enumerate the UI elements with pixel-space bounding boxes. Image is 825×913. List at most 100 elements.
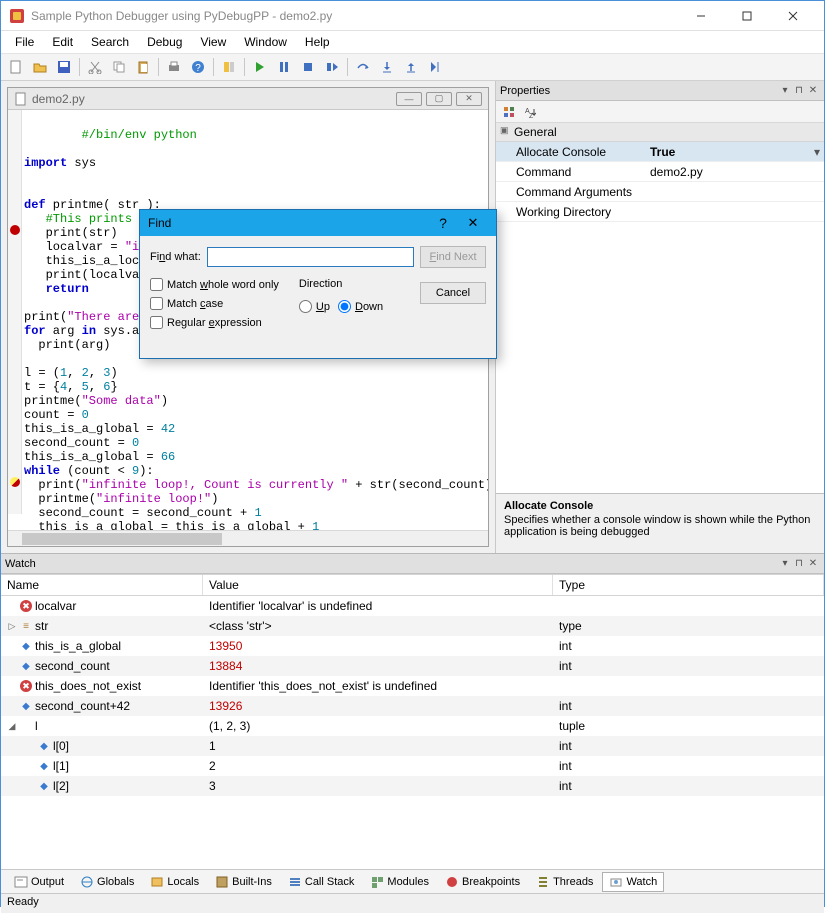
panel-pin-icon[interactable]: ⊓ [792, 85, 806, 96]
watch-row[interactable]: ✖this_does_not_existIdentifier 'this_doe… [1, 676, 824, 696]
menu-file[interactable]: File [7, 33, 42, 51]
tab-call-stack[interactable]: Call Stack [281, 872, 362, 892]
watch-row[interactable]: ◆l[2]3int [1, 776, 824, 796]
watch-row[interactable]: ◆l[1]2int [1, 756, 824, 776]
properties-toolbar: AZ [496, 101, 824, 123]
window-title: Sample Python Debugger using PyDebugPP -… [31, 9, 678, 23]
class-icon: ≡ [20, 620, 32, 632]
watch-col-name[interactable]: Name [1, 575, 203, 595]
prop-help-text: Specifies whether a console window is sh… [504, 514, 816, 538]
window-maximize-button[interactable] [724, 2, 770, 30]
new-file-icon[interactable] [5, 56, 27, 78]
debug-start-icon[interactable] [249, 56, 271, 78]
paste-icon[interactable] [132, 56, 154, 78]
properties-title: Properties [500, 85, 778, 97]
step-into-icon[interactable] [376, 56, 398, 78]
debug-stop-icon[interactable] [297, 56, 319, 78]
variable-icon: ◆ [20, 660, 32, 672]
watch-col-type[interactable]: Type [553, 575, 824, 595]
prop-row-command[interactable]: Command demo2.py [496, 162, 824, 182]
tab-output[interactable]: Output [7, 872, 71, 892]
expander-icon[interactable]: ◢ [7, 721, 17, 732]
prop-row-command-arguments[interactable]: Command Arguments [496, 182, 824, 202]
watch-col-value[interactable]: Value [203, 575, 553, 595]
watch-value: 2 [203, 759, 553, 773]
debug-restart-icon[interactable] [321, 56, 343, 78]
match-whole-word-checkbox[interactable]: Match whole word only [150, 278, 279, 291]
bottom-tabs: OutputGlobalsLocalsBuilt-InsCall StackMo… [1, 869, 824, 893]
tab-locals[interactable]: Locals [143, 872, 206, 892]
watch-name: ✖localvar [1, 599, 203, 613]
tab-globals[interactable]: Globals [73, 872, 141, 892]
mdi-maximize-button[interactable]: ▢ [426, 92, 452, 106]
menu-edit[interactable]: Edit [44, 33, 81, 51]
prop-row-allocate-console[interactable]: Allocate Console True ▾ [496, 142, 824, 162]
find-input[interactable] [207, 247, 414, 267]
status-bar: Ready [1, 893, 824, 913]
watch-row[interactable]: ◆l[0]1int [1, 736, 824, 756]
dropdown-icon[interactable]: ▾ [810, 145, 824, 159]
main-toolbar: ? [1, 53, 824, 81]
watch-row[interactable]: ◢l(1, 2, 3)tuple [1, 716, 824, 736]
panel-close-icon[interactable]: ✕ [806, 558, 820, 569]
tab-breakpoints[interactable]: Breakpoints [438, 872, 527, 892]
window-close-button[interactable] [770, 2, 816, 30]
find-close-icon[interactable]: ✕ [458, 215, 488, 231]
panel-pin-icon[interactable]: ⊓ [792, 558, 806, 569]
file-icon [14, 92, 28, 106]
direction-down-radio[interactable]: Down [338, 300, 383, 313]
tab-threads[interactable]: Threads [529, 872, 600, 892]
watch-row[interactable]: ▷≡str<class 'str'>type [1, 616, 824, 636]
watch-name: ◆l[1] [1, 759, 203, 773]
breakpoint-current-icon[interactable] [10, 477, 20, 487]
menu-search[interactable]: Search [83, 33, 137, 51]
find-cancel-button[interactable]: Cancel [420, 282, 486, 304]
find-help-icon[interactable]: ? [428, 215, 458, 231]
mdi-minimize-button[interactable]: — [396, 92, 422, 106]
menu-window[interactable]: Window [236, 33, 295, 51]
prop-categorized-icon[interactable] [500, 103, 518, 121]
step-over-icon[interactable] [352, 56, 374, 78]
watch-type: tuple [553, 719, 824, 733]
copy-icon[interactable] [108, 56, 130, 78]
watch-name: ▷≡str [1, 619, 203, 633]
expander-icon[interactable]: ▷ [7, 621, 17, 632]
prop-category-general[interactable]: General [496, 123, 824, 142]
prop-alphabetical-icon[interactable]: AZ [521, 103, 539, 121]
cut-icon[interactable] [84, 56, 106, 78]
find-dialog-titlebar[interactable]: Find ? ✕ [140, 210, 496, 236]
tab-modules[interactable]: Modules [363, 872, 436, 892]
panel-dropdown-icon[interactable]: ▾ [778, 85, 792, 96]
run-to-cursor-icon[interactable] [424, 56, 446, 78]
save-icon[interactable] [53, 56, 75, 78]
prop-row-working-directory[interactable]: Working Directory [496, 202, 824, 222]
match-case-checkbox[interactable]: Match case [150, 297, 279, 310]
watch-icon [609, 875, 623, 889]
debug-pause-icon[interactable] [273, 56, 295, 78]
watch-row[interactable]: ◆second_count13884int [1, 656, 824, 676]
regex-checkbox[interactable]: Regular expression [150, 316, 279, 329]
watch-row[interactable]: ◆this_is_a_global13950int [1, 636, 824, 656]
menu-view[interactable]: View [192, 33, 234, 51]
window-minimize-button[interactable] [678, 2, 724, 30]
menu-help[interactable]: Help [297, 33, 338, 51]
editor-gutter[interactable] [8, 110, 22, 514]
panel-dropdown-icon[interactable]: ▾ [778, 558, 792, 569]
editor-horizontal-scrollbar[interactable] [8, 530, 488, 546]
breakpoint-icon[interactable] [10, 225, 20, 235]
panel-close-icon[interactable]: ✕ [806, 85, 820, 96]
direction-up-radio[interactable]: Up [299, 300, 330, 313]
tab-watch[interactable]: Watch [602, 872, 664, 892]
open-file-icon[interactable] [29, 56, 51, 78]
watch-row[interactable]: ◆second_count+4213926int [1, 696, 824, 716]
help-icon[interactable]: ? [187, 56, 209, 78]
watch-row[interactable]: ✖localvarIdentifier 'localvar' is undefi… [1, 596, 824, 616]
tab-built-ins[interactable]: Built-Ins [208, 872, 279, 892]
mdi-close-button[interactable]: ✕ [456, 92, 482, 106]
step-out-icon[interactable] [400, 56, 422, 78]
print-icon[interactable] [163, 56, 185, 78]
menu-debug[interactable]: Debug [139, 33, 190, 51]
run-toggle-icon[interactable] [218, 56, 240, 78]
menu-bar: File Edit Search Debug View Window Help [1, 31, 824, 53]
find-next-button[interactable]: Find Next [420, 246, 486, 268]
